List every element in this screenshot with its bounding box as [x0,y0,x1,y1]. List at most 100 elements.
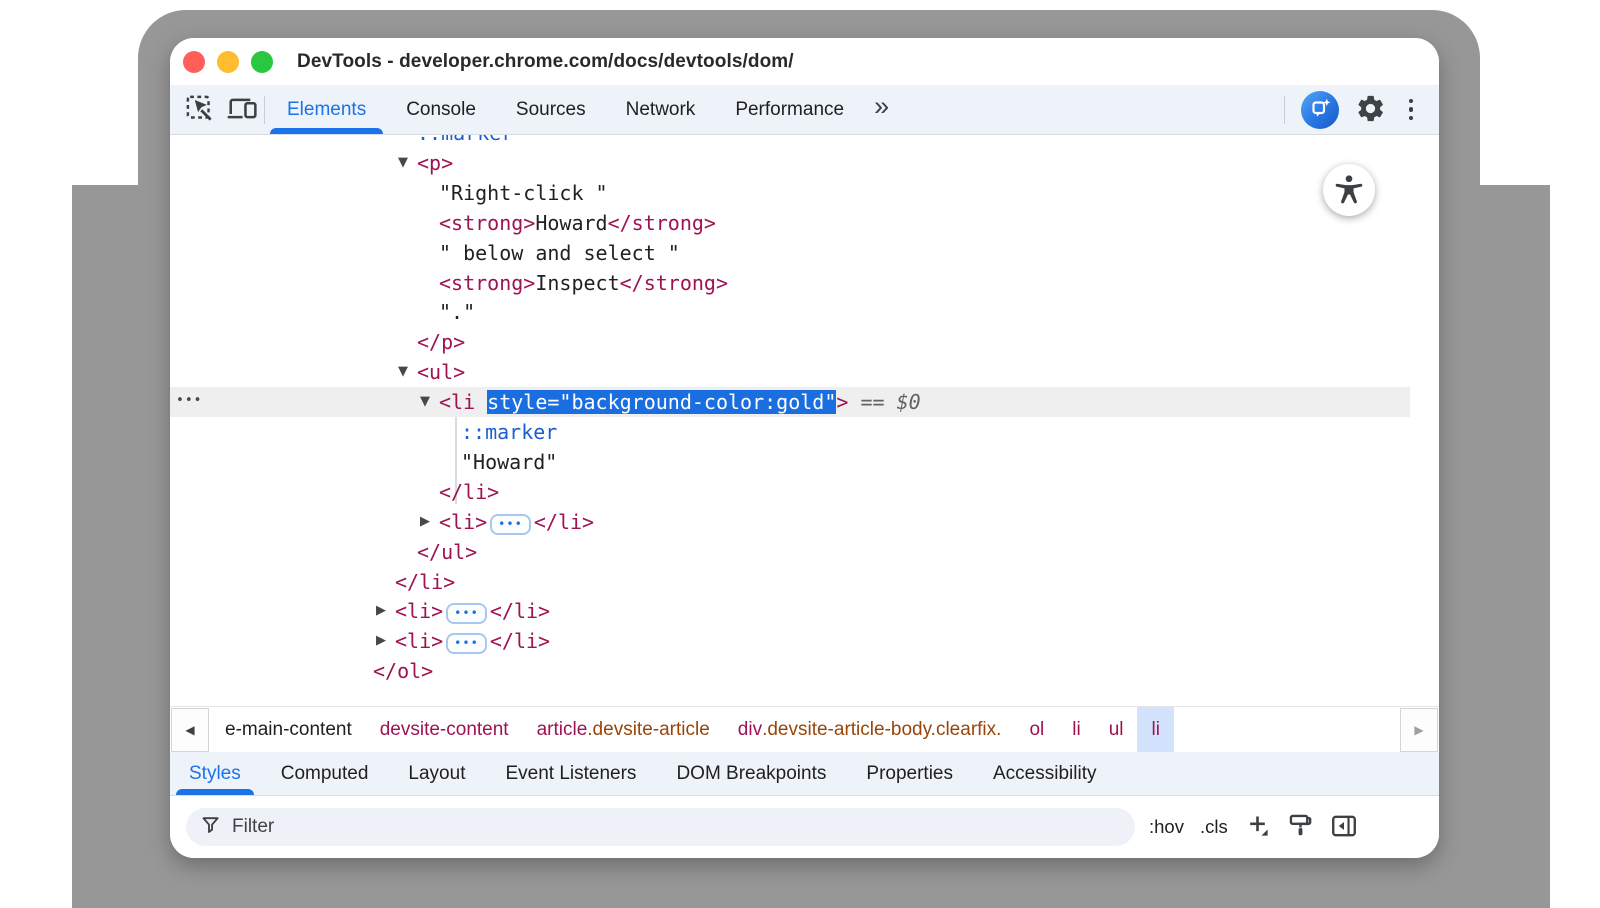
breadcrumb-scroll-left-button[interactable]: ◀ [171,708,209,752]
tab-console[interactable]: Console [386,85,496,134]
breadcrumb-item[interactable]: article.devsite-article [523,707,724,752]
zoom-window-button[interactable] [251,51,273,73]
panel-toggle-icon [1330,812,1358,843]
dom-node-row[interactable]: <strong>Howard</strong> [170,208,1439,238]
panel-tabs: ElementsConsoleSourcesNetworkPerformance [267,85,864,134]
code-segment-tag: <li> [395,599,443,623]
dom-node-row[interactable]: "Howard" [170,447,1439,477]
chevron-right-icon: ▶ [1414,723,1423,737]
expand-arrow-right-icon[interactable]: ▶ [420,507,430,537]
close-window-button[interactable] [183,51,205,73]
dom-node-row[interactable]: </p> [170,327,1439,357]
inline-expand-button[interactable]: ••• [446,633,487,654]
expand-arrow-down-icon[interactable]: ▼ [398,148,408,178]
expand-arrow-down-icon[interactable]: ▼ [420,387,430,417]
dom-node-row-selected[interactable]: •••▼<li style="background-color:gold"> =… [170,387,1410,417]
accessibility-widget-button[interactable] [1323,164,1375,216]
breadcrumb-item[interactable]: ol [1015,707,1058,752]
ai-assistance-button[interactable] [1301,91,1339,129]
toggle-device-toolbar-button[interactable] [220,89,262,131]
tab-sources[interactable]: Sources [496,85,606,134]
expand-arrow-down-icon[interactable]: ▼ [398,357,408,387]
dom-node-row[interactable]: " below and select " [170,238,1439,268]
chevron-left-icon: ◀ [185,723,194,737]
crumb-part-node: ol [1029,719,1044,741]
inline-expand-button[interactable]: ••• [490,514,531,535]
style-filter-field[interactable] [186,808,1135,846]
dom-node-row[interactable]: "Right-click " [170,178,1439,208]
dom-node-row[interactable]: "." [170,297,1439,327]
dom-node-row[interactable]: ▶<li>•••</li> [170,626,1439,656]
toggle-sidebar-panel-button[interactable] [1330,812,1358,843]
breadcrumb-item-selected[interactable]: li [1137,707,1173,752]
minimize-window-button[interactable] [217,51,239,73]
dom-node-row[interactable]: ::marker [170,135,1439,148]
settings-button[interactable] [1353,92,1389,128]
breadcrumb-scroll-right-button[interactable]: ▶ [1400,708,1438,752]
dom-node-row[interactable]: <strong>Inspect</strong> [170,268,1439,298]
new-style-rule-button[interactable] [1244,812,1271,842]
code-segment-text: "Right-click " [439,181,608,205]
tab-event-listeners[interactable]: Event Listeners [490,752,651,795]
tab-accessibility[interactable]: Accessibility [978,752,1111,795]
crumb-part-node: li [1151,719,1159,741]
dom-node-text: </li> [395,567,455,597]
breadcrumb-item[interactable]: ul [1095,707,1138,752]
breadcrumb-item[interactable]: devsite-content [366,707,523,752]
code-segment-text: "." [439,300,475,324]
inspect-element-button[interactable] [178,89,220,131]
code-segment-tag: </ol> [373,659,433,683]
breadcrumb-item[interactable]: div.devsite-article-body.clearfix. [724,707,1016,752]
dom-node-text: "Howard" [461,447,557,477]
dom-node-row[interactable]: </ol> [170,656,1439,686]
more-panels-button[interactable]: » [864,91,899,128]
dom-node-row[interactable]: ▼<ul> [170,357,1439,387]
tab-layout[interactable]: Layout [393,752,480,795]
rendering-emulation-button[interactable] [1287,812,1314,842]
devtools-toolbar: ElementsConsoleSourcesNetworkPerformance… [170,85,1439,135]
dom-node-row[interactable]: ▶<li>•••</li> [170,507,1439,537]
dom-node-row[interactable]: </li> [170,567,1439,597]
dom-node-row[interactable]: </ul> [170,537,1439,567]
page-background: DevTools - developer.chrome.com/docs/dev… [0,0,1600,908]
code-segment-dollar: $0 [897,390,921,414]
tab-dom-breakpoints[interactable]: DOM Breakpoints [661,752,841,795]
dom-node-row[interactable]: </li> [170,477,1439,507]
code-segment-tag: </li> [490,599,550,623]
kebab-dot [1409,116,1414,121]
plus-icon [1244,812,1271,842]
code-segment-tag: </li> [395,570,455,594]
tab-styles[interactable]: Styles [174,752,256,795]
crumb-part-node: ul [1109,719,1124,741]
dom-node-row[interactable]: ::marker [170,417,1439,447]
code-segment-pseudo: ::marker [461,420,557,444]
style-filter-input[interactable] [232,816,1121,838]
breadcrumb-item[interactable]: li [1058,707,1094,752]
element-classes-button[interactable]: .cls [1200,816,1228,838]
dom-node-row[interactable]: ▼<p> [170,148,1439,178]
toolbar-right-divider [1284,96,1285,124]
expand-arrow-right-icon[interactable]: ▶ [376,596,386,626]
device-toolbar-icon [225,94,258,126]
styles-filter-bar: :hov .cls [170,796,1439,858]
breadcrumb-item[interactable]: e-main-content [211,707,366,752]
expand-arrow-right-icon[interactable]: ▶ [376,626,386,656]
breadcrumb: e-main-contentdevsite-contentarticle.dev… [211,707,1174,752]
code-segment-text: Inspect [535,271,619,295]
tab-computed[interactable]: Computed [266,752,384,795]
crumb-part-node: article [537,719,588,741]
inline-expand-button[interactable]: ••• [446,603,487,624]
tab-elements[interactable]: Elements [267,85,386,134]
dom-node-text: </ol> [373,656,433,686]
customize-devtools-button[interactable] [1403,93,1420,127]
paint-roller-icon [1287,812,1314,842]
ai-assistance-icon [1308,96,1332,123]
code-segment-text: Howard [535,211,607,235]
tab-properties[interactable]: Properties [851,752,968,795]
toolbar-divider [264,96,265,124]
kebab-dot [1409,99,1414,104]
tab-network[interactable]: Network [606,85,716,134]
dom-node-row[interactable]: ▶ <li>•••</li> [170,596,1439,626]
tab-performance[interactable]: Performance [715,85,864,134]
toggle-element-state-button[interactable]: :hov [1149,816,1184,838]
